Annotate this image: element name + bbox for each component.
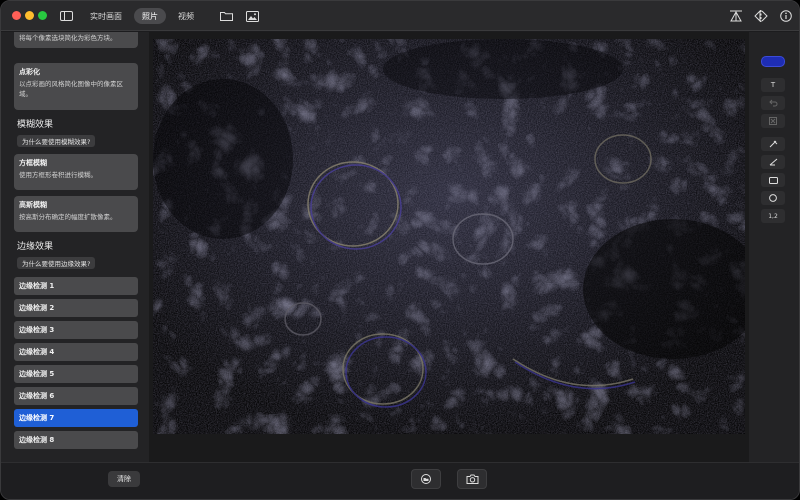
- compare-icon[interactable]: [728, 8, 744, 24]
- effect-card-box-blur[interactable]: 方框模糊 使用方框形卷积进行模糊。: [14, 154, 138, 190]
- effect-card-title: 方框模糊: [19, 159, 47, 167]
- color-picker-button[interactable]: [761, 56, 785, 67]
- effect-card-gaussian-blur[interactable]: 高斯模糊 按高斯分布确定的幅度扩散像素。: [14, 196, 138, 232]
- delete-icon: [769, 117, 777, 125]
- freehand-tool-button[interactable]: [761, 137, 785, 151]
- undo-icon: [768, 99, 777, 107]
- edge-detect-item-3[interactable]: 边缘检测 3: [14, 321, 138, 339]
- edge-section-title: 边缘效果: [17, 242, 54, 252]
- camera-icon: [466, 474, 478, 484]
- rectangle-tool-button[interactable]: [761, 173, 785, 187]
- mode-segmented-control: 实时画面 照片 视频: [82, 8, 202, 24]
- why-blur-button[interactable]: 为什么要使用模糊效果?: [17, 135, 96, 147]
- delete-button[interactable]: [761, 114, 785, 128]
- minimize-window-button[interactable]: [25, 11, 34, 20]
- open-image-button[interactable]: [411, 469, 441, 489]
- numbering-tool-button[interactable]: 1,2: [761, 209, 785, 223]
- rectangle-icon: [768, 176, 778, 184]
- bottom-bar: 清除: [1, 462, 799, 499]
- zoom-window-button[interactable]: [38, 11, 47, 20]
- effect-card-title: 高斯模糊: [19, 201, 47, 209]
- effect-card-desc: 使用方框形卷积进行模糊。: [19, 171, 97, 179]
- tab-video[interactable]: 视频: [170, 8, 202, 24]
- sidebar-toggle-icon[interactable]: [58, 8, 74, 24]
- effect-card-pixellate[interactable]: 将每个像素选块简化为彩色方块。: [14, 32, 138, 48]
- edge-detect-item-4[interactable]: 边缘检测 4: [14, 343, 138, 361]
- canvas-area: [149, 32, 749, 462]
- edge-filtered-image[interactable]: [153, 39, 745, 434]
- effect-card-title: 点彩化: [19, 68, 40, 76]
- flip-icon[interactable]: [753, 8, 769, 24]
- edge-detect-item-8[interactable]: 边缘检测 8: [14, 431, 138, 449]
- app-window: 实时画面 照片 视频 将每个像素选块简化为彩色方块。 点彩化 以点彩画的风格简化…: [0, 0, 800, 500]
- title-bar: 实时画面 照片 视频: [1, 1, 799, 31]
- effects-sidebar: 将每个像素选块简化为彩色方块。 点彩化 以点彩画的风格简化图像中的像素区域。 模…: [1, 32, 149, 462]
- info-icon[interactable]: [778, 8, 794, 24]
- edge-detect-item-7[interactable]: 边缘检测 7: [14, 409, 138, 427]
- close-window-button[interactable]: [12, 11, 21, 20]
- why-edge-button[interactable]: 为什么要使用边缘效果?: [17, 257, 96, 269]
- effect-card-desc: 以点彩画的风格简化图像中的像素区域。: [19, 80, 123, 98]
- edge-detect-item-1[interactable]: 边缘检测 1: [14, 277, 138, 295]
- edge-detect-item-5[interactable]: 边缘检测 5: [14, 365, 138, 383]
- effect-card-desc: 按高斯分布确定的幅度扩散像素。: [19, 213, 117, 221]
- effect-card-desc: 将每个像素选块简化为彩色方块。: [19, 34, 117, 42]
- line-tool-button[interactable]: [761, 155, 785, 169]
- tab-photo[interactable]: 照片: [134, 8, 166, 24]
- edge-detect-item-2[interactable]: 边缘检测 2: [14, 299, 138, 317]
- pen-icon: [769, 140, 777, 148]
- clear-button[interactable]: 清除: [108, 471, 140, 487]
- folder-icon[interactable]: [218, 8, 234, 24]
- edge-detect-item-6[interactable]: 边缘检测 6: [14, 387, 138, 405]
- photo-library-icon[interactable]: [244, 8, 260, 24]
- ellipse-tool-button[interactable]: [761, 191, 785, 205]
- tab-live[interactable]: 实时画面: [82, 8, 130, 24]
- line-icon: [769, 158, 777, 166]
- folder-badge-icon: [421, 474, 431, 484]
- capture-button[interactable]: [457, 469, 487, 489]
- undo-button[interactable]: [761, 96, 785, 110]
- text-tool-button[interactable]: T: [761, 78, 785, 92]
- blur-section-title: 模糊效果: [17, 120, 54, 130]
- effect-card-pointillize[interactable]: 点彩化 以点彩画的风格简化图像中的像素区域。: [14, 63, 138, 110]
- circle-icon: [769, 194, 777, 202]
- annotation-toolbar: T 1,2: [749, 32, 799, 462]
